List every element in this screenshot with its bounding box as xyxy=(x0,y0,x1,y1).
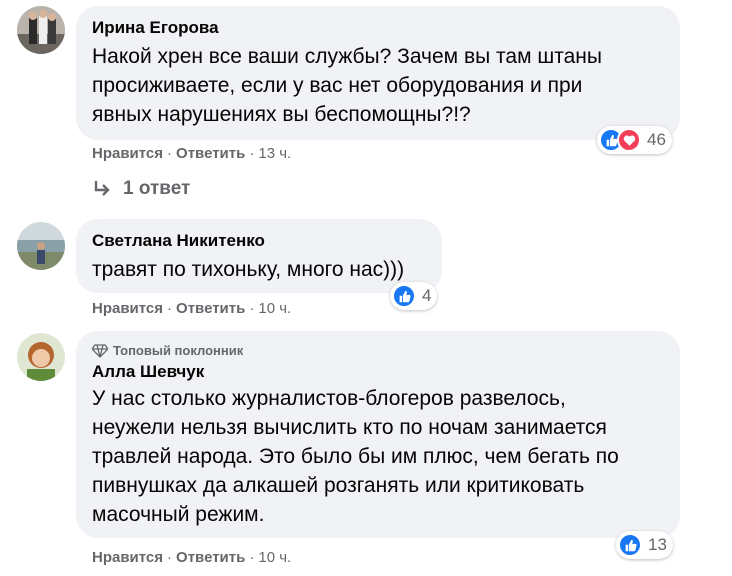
like-icon xyxy=(392,284,416,308)
comment-text-line: травлей народа. Это было бы им плюс, чем… xyxy=(92,445,619,468)
reply-button[interactable]: Ответить xyxy=(176,300,245,317)
comment-text-line: просиживаете, если у вас нет оборудовани… xyxy=(92,74,583,97)
avatar[interactable] xyxy=(17,333,65,381)
comment-bubble: Топовый поклонник Алла Шевчук У нас стол… xyxy=(76,331,680,538)
diamond-icon xyxy=(92,343,108,358)
avatar[interactable] xyxy=(17,6,65,54)
love-icon xyxy=(617,128,641,152)
comment-author[interactable]: Алла Шевчук xyxy=(92,362,664,382)
separator: · xyxy=(167,300,173,317)
separator: · xyxy=(249,145,255,162)
comment-text-line: У нас столько журналистов-блогеров разве… xyxy=(92,387,566,410)
reaction-count: 13 xyxy=(648,535,667,554)
separator: · xyxy=(249,549,255,566)
reaction-count: 4 xyxy=(422,286,432,305)
comment-actions: Нравится · Ответить · 13 ч. xyxy=(92,145,291,162)
like-button[interactable]: Нравится xyxy=(92,145,163,162)
reaction-summary[interactable]: 13 xyxy=(616,531,673,559)
comment-timestamp[interactable]: 10 ч. xyxy=(258,549,291,566)
separator: · xyxy=(249,300,255,317)
comment-timestamp[interactable]: 10 ч. xyxy=(258,300,291,317)
comment-text-line: Накой хрен все ваши службы? Зачем вы там… xyxy=(92,45,602,68)
comment-actions: Нравится · Ответить · 10 ч. xyxy=(92,300,291,317)
like-button[interactable]: Нравится xyxy=(92,549,163,566)
badge-label: Топовый поклонник xyxy=(113,343,244,358)
comment-timestamp[interactable]: 13 ч. xyxy=(258,145,291,162)
comment-text-line: травят по тихоньку, много нас))) xyxy=(92,258,405,281)
separator: · xyxy=(167,145,173,162)
comment-author[interactable]: Светлана Никитенко xyxy=(92,231,426,251)
avatar[interactable] xyxy=(17,222,65,270)
reaction-summary[interactable]: 46 xyxy=(597,126,672,154)
like-icon xyxy=(618,533,642,557)
comment-text-line: масочный режим. xyxy=(92,503,265,526)
view-replies-link[interactable]: 1 ответ xyxy=(93,178,190,200)
comment-text-line: пивнушках да алкашей розганять или крити… xyxy=(92,474,585,497)
comment-actions: Нравится · Ответить · 10 ч. xyxy=(92,549,291,566)
replies-count-label: 1 ответ xyxy=(123,178,191,199)
comment-bubble: Ирина Егорова Накой хрен все ваши службы… xyxy=(76,6,680,140)
comment-text-line: явных нарушениях вы беспомощны?!? xyxy=(92,103,471,126)
comment-text-line: неужели нельзя вычислить кто по ночам за… xyxy=(92,416,607,439)
reaction-summary[interactable]: 4 xyxy=(390,282,438,310)
like-button[interactable]: Нравится xyxy=(92,300,163,317)
reply-button[interactable]: Ответить xyxy=(176,549,245,566)
comment-author[interactable]: Ирина Егорова xyxy=(92,18,664,38)
top-fan-badge[interactable]: Топовый поклонник xyxy=(92,343,664,358)
reply-button[interactable]: Ответить xyxy=(176,145,245,162)
comment-bubble: Светлана Никитенко травят по тихоньку, м… xyxy=(76,219,442,293)
separator: · xyxy=(167,549,173,566)
reply-arrow-icon xyxy=(94,181,110,196)
reaction-count: 46 xyxy=(647,130,666,149)
